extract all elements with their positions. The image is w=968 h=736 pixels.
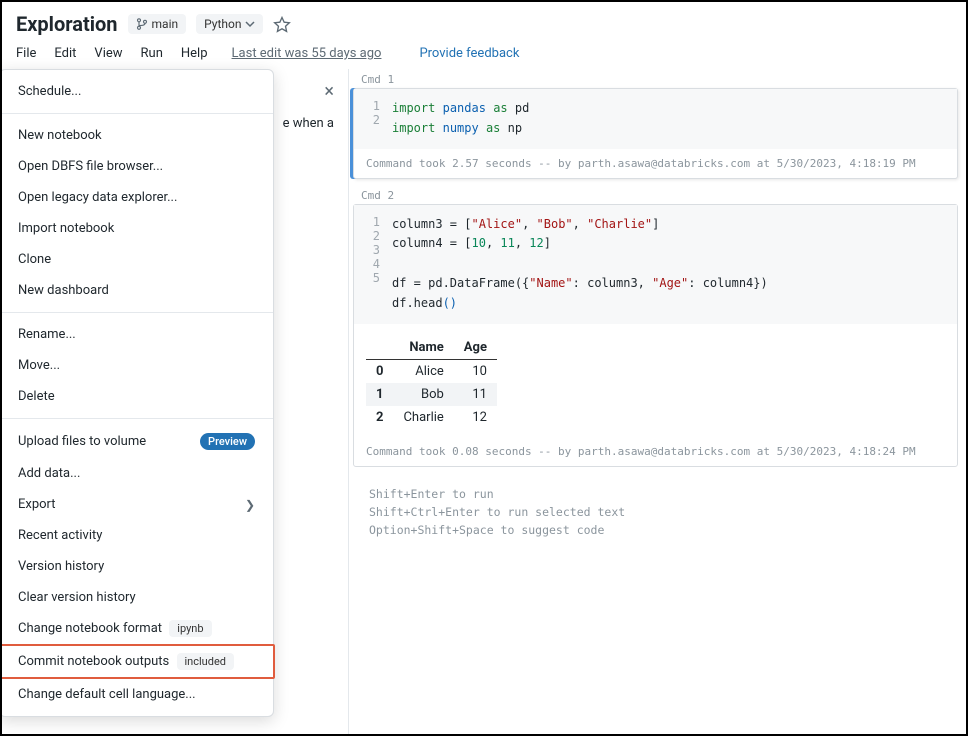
notebook-header: Exploration main Python — [2, 2, 966, 40]
menu-new-notebook[interactable]: New notebook — [0, 120, 273, 151]
menu-upload-volume[interactable]: Upload files to volume Preview — [0, 425, 273, 458]
menu-add-data[interactable]: Add data... — [0, 458, 273, 489]
menu-bar: File Edit View Run Help Last edit was 55… — [2, 40, 966, 69]
th-name: Name — [393, 336, 453, 360]
menu-open-legacy[interactable]: Open legacy data explorer... — [0, 182, 273, 213]
menu-change-format[interactable]: Change notebook format ipynb — [0, 613, 273, 644]
menu-run[interactable]: Run — [141, 46, 163, 61]
menu-rename[interactable]: Rename... — [0, 319, 273, 350]
feedback-link[interactable]: Provide feedback — [419, 46, 519, 61]
table-row: 1 Bob 11 — [366, 383, 497, 406]
hint-line: Option+Shift+Space to suggest code — [369, 521, 942, 539]
cell-1-footer: Command took 2.57 seconds -- by parth.as… — [354, 149, 957, 178]
left-pane: × e when a Schedule... New notebook Open… — [2, 69, 349, 735]
menu-clear-version[interactable]: Clear version history — [0, 582, 273, 613]
line-gutter: 12 — [362, 99, 392, 139]
last-edit-link[interactable]: Last edit was 55 days ago — [232, 46, 382, 61]
language-label: Python — [204, 17, 241, 31]
menu-help[interactable]: Help — [181, 46, 208, 61]
menu-version-history[interactable]: Version history — [0, 551, 273, 582]
close-icon[interactable]: × — [324, 81, 334, 102]
format-pill: ipynb — [169, 620, 211, 637]
menu-import-notebook[interactable]: Import notebook — [0, 213, 273, 244]
hint-line: Shift+Enter to run — [369, 485, 942, 503]
menu-clone[interactable]: Clone — [0, 244, 273, 275]
notebook-cells-pane: Cmd 1 12 import pandas as pd import nump… — [349, 69, 966, 735]
menu-delete[interactable]: Delete — [0, 381, 273, 412]
menu-separator — [0, 312, 273, 313]
th-idx — [366, 336, 393, 360]
code-lines-1[interactable]: import pandas as pd import numpy as np — [392, 99, 949, 139]
language-selector[interactable]: Python — [196, 14, 263, 34]
cmd-label-1: Cmd 1 — [353, 69, 958, 88]
cell-2[interactable]: 12345 column3 = ["Alice", "Bob", "Charli… — [353, 204, 958, 467]
code-lines-2[interactable]: column3 = ["Alice", "Bob", "Charlie"] co… — [392, 215, 949, 314]
keyboard-hints: Shift+Enter to run Shift+Ctrl+Enter to r… — [353, 473, 958, 552]
code-block-2[interactable]: 12345 column3 = ["Alice", "Bob", "Charli… — [354, 205, 957, 324]
chevron-down-icon — [245, 19, 255, 29]
branch-badge[interactable]: main — [128, 14, 187, 34]
output-table: Name Age 0 Alice 10 1 Bob 11 — [366, 336, 497, 429]
menu-export[interactable]: Export ❯ — [0, 489, 273, 520]
menu-schedule[interactable]: Schedule... — [0, 76, 273, 107]
table-row: 0 Alice 10 — [366, 359, 497, 383]
hint-line: Shift+Ctrl+Enter to run selected text — [369, 503, 942, 521]
menu-recent-activity[interactable]: Recent activity — [0, 520, 273, 551]
th-age: Age — [454, 336, 497, 360]
preview-badge: Preview — [200, 433, 255, 450]
chevron-right-icon: ❯ — [245, 498, 255, 512]
file-dropdown-menu: Schedule... New notebook Open DBFS file … — [0, 69, 274, 717]
cmd-label-2: Cmd 2 — [353, 185, 958, 204]
menu-view[interactable]: View — [94, 46, 122, 61]
cell-2-footer: Command took 0.08 seconds -- by parth.as… — [354, 437, 957, 466]
branch-icon — [136, 18, 148, 30]
menu-file[interactable]: File — [16, 46, 36, 61]
menu-commit-outputs[interactable]: Commit notebook outputs included — [0, 644, 275, 679]
branch-name: main — [152, 17, 179, 31]
menu-separator — [0, 418, 273, 419]
line-gutter: 12345 — [362, 215, 392, 314]
code-block-1[interactable]: 12 import pandas as pd import numpy as n… — [354, 89, 957, 149]
star-icon[interactable] — [273, 14, 291, 35]
menu-edit[interactable]: Edit — [54, 46, 76, 61]
menu-move[interactable]: Move... — [0, 350, 273, 381]
menu-new-dashboard[interactable]: New dashboard — [0, 275, 273, 306]
notebook-title[interactable]: Exploration — [16, 12, 118, 36]
cell-1[interactable]: 12 import pandas as pd import numpy as n… — [353, 88, 958, 179]
truncated-text: e when a — [283, 116, 334, 131]
menu-change-lang[interactable]: Change default cell language... — [0, 679, 273, 710]
menu-open-dbfs[interactable]: Open DBFS file browser... — [0, 151, 273, 182]
commit-pill: included — [177, 653, 235, 670]
table-row: 2 Charlie 12 — [366, 406, 497, 429]
menu-separator — [0, 113, 273, 114]
